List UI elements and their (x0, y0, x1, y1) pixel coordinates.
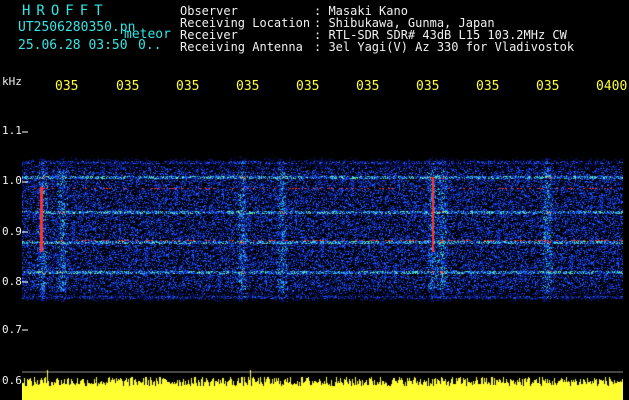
y-tick: 0.7 (2, 323, 22, 336)
x-tick: 035 (236, 79, 260, 94)
y-axis-unit: kHz (2, 75, 22, 88)
antenna-label: Receiving Antenna (180, 40, 303, 54)
antenna-value: : 3el Yagi(V) Az 330 for Vladivostok (314, 40, 575, 54)
x-tick: 035 (176, 79, 200, 94)
count-label: 0.. (138, 38, 162, 53)
filename-label: UT2506280350.pn (18, 20, 136, 35)
x-tick: 035 (536, 79, 560, 94)
y-tick: 1.0 (2, 174, 22, 187)
datetime-label: 25.06.28 03:50 (18, 38, 128, 53)
x-tick: 035 (55, 79, 79, 94)
y-tick: 1.1 (2, 124, 22, 137)
y-tick: 0.6 (2, 374, 22, 387)
plot-overlay (22, 131, 623, 373)
x-tick: 035 (356, 79, 380, 94)
x-tick: 035 (116, 79, 140, 94)
x-tick: 035 (476, 79, 500, 94)
x-tick: 0400 (596, 79, 628, 94)
x-tick: 035 (296, 79, 320, 94)
y-tick: 0.9 (2, 225, 22, 238)
x-tick: 035 (416, 79, 440, 94)
y-tick: 0.8 (2, 275, 22, 288)
hrofft-logo: HROFFT (22, 3, 109, 19)
